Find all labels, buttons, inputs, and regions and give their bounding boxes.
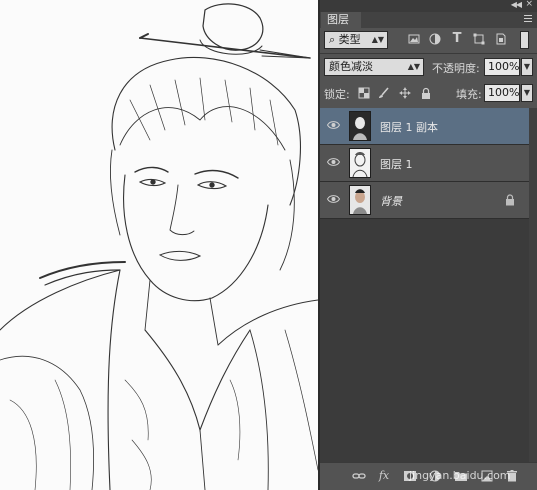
panel-title-strip: ◀◀ ×: [320, 0, 537, 12]
lock-position-move-icon[interactable]: [399, 87, 411, 99]
chevron-down-icon: ▲▼: [371, 35, 384, 44]
layer-thumbnail: [349, 185, 371, 215]
type-filter-icon[interactable]: T: [451, 32, 463, 45]
opacity-input[interactable]: 100%: [484, 58, 520, 76]
filter-kind-dropdown[interactable]: ⌕ 类型 ▲▼: [324, 31, 388, 49]
lock-all-icon[interactable]: [420, 87, 432, 99]
lock-icon: [506, 194, 514, 206]
layers-scrollbar[interactable]: [529, 108, 537, 462]
opacity-slider-button[interactable]: ▼: [521, 58, 533, 76]
close-icon[interactable]: ×: [525, 0, 533, 9]
layer-row-background[interactable]: 背景: [320, 182, 529, 219]
link-icon[interactable]: [352, 470, 366, 482]
layer-name: 图层 1 副本: [380, 121, 438, 134]
chevron-down-icon: ▲▼: [407, 62, 420, 71]
layer-name: 图层 1: [380, 158, 413, 171]
opacity-label: 不透明度:: [432, 62, 480, 75]
smart-object-filter-icon[interactable]: [495, 33, 507, 45]
filter-kind-label: ⌕ 类型: [329, 33, 361, 46]
lock-transparent-icon[interactable]: [358, 87, 370, 99]
layer-thumbnail: [349, 148, 371, 178]
layer-row-1[interactable]: 图层 1: [320, 145, 529, 182]
filter-toggle[interactable]: [520, 31, 529, 49]
divider: [320, 53, 537, 54]
fill-input[interactable]: 100%: [484, 84, 520, 102]
tab-layers[interactable]: 图层: [321, 12, 361, 28]
collapse-icon[interactable]: ◀◀: [511, 0, 522, 9]
lock-label: 锁定:: [324, 88, 350, 101]
fill-label: 填充:: [456, 88, 482, 101]
blend-mode-dropdown[interactable]: 颜色减淡 ▲▼: [324, 58, 424, 76]
fill-slider-button[interactable]: ▼: [521, 84, 533, 102]
layer-row-copy[interactable]: 图层 1 副本: [320, 108, 529, 145]
layer-name: 背景: [380, 195, 402, 208]
document-canvas[interactable]: [0, 0, 318, 490]
lock-image-brush-icon[interactable]: [378, 87, 390, 99]
eye-visibility-icon[interactable]: [327, 157, 340, 167]
watermark-text: jingyan.baidu.com: [409, 469, 511, 482]
pixel-filter-icon[interactable]: [408, 33, 420, 45]
panel-menu-icon[interactable]: [524, 15, 532, 23]
adjustment-filter-icon[interactable]: [429, 33, 441, 45]
layer-thumbnail: [349, 111, 371, 141]
shape-filter-icon[interactable]: [473, 33, 485, 45]
layers-bottom-toolbar: fx jingyan.baidu.com: [320, 462, 537, 490]
layers-panel: ◀◀ × 图层 ⌕ 类型 ▲▼ T 颜色减淡 ▲▼ 不透明度: 100% ▼ 锁…: [320, 0, 537, 490]
eye-visibility-icon[interactable]: [327, 120, 340, 130]
layers-list: 图层 1 副本 图层 1 背景: [320, 108, 537, 462]
sketch-image: [0, 3, 318, 490]
fx-icon[interactable]: fx: [377, 470, 391, 482]
blend-mode-value: 颜色减淡: [329, 60, 373, 73]
eye-visibility-icon[interactable]: [327, 194, 340, 204]
